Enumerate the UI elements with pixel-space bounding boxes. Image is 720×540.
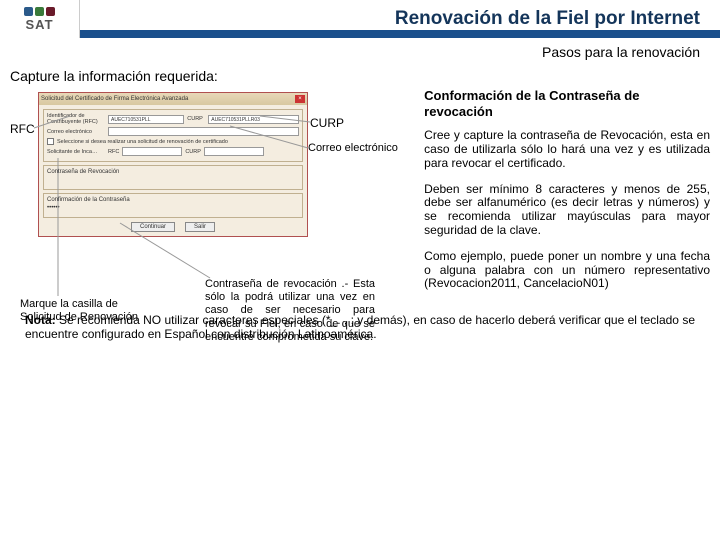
callout-marque: Marque la casilla de Solicitud de Renova… [20,298,140,324]
continue-button[interactable]: Continuar [131,222,175,232]
callout-rfc: RFC [10,122,35,136]
callout-correo: Correo electrónico [308,142,398,154]
app-window: Solicitud del Certificado de Firma Elect… [38,92,308,237]
curp-input2[interactable] [204,147,264,156]
curp-input[interactable]: AUEC710531PLLR03 [208,115,299,124]
callout-curp: CURP [310,116,344,130]
logo-text: SAT [25,17,53,32]
rfc-input2[interactable] [122,147,182,156]
right-p1: Cree y capture la contraseña de Revocaci… [424,129,710,170]
curp-label: CURP [187,116,205,122]
window-title: Solicitud del Certificado de Firma Elect… [41,96,188,102]
fs3-title: Confirmación de la Contraseña [47,197,130,203]
fs2-title: Contraseña de Revocación [47,169,119,175]
right-p2: Deben ser mínimo 8 caracteres y menos de… [424,183,710,238]
renov-checkbox-label: Seleccione si desea realizar una solicit… [57,139,228,145]
rfc-label2: RFC [108,149,119,155]
close-icon[interactable]: × [295,95,305,103]
right-head: Conformación de la Contraseña de revocac… [424,88,710,119]
email-input[interactable] [108,127,299,136]
right-p3: Como ejemplo, puede poner un nombre y un… [424,250,710,291]
confirm-password-input[interactable]: •••••• [47,205,198,214]
left-column: Capture la información requerida: Solici… [10,68,410,303]
rfc-label: Identificador de Contribuyente (RFC) [47,113,105,125]
header: SAT Renovación de la Fiel por Internet [0,0,720,38]
sat-logo: SAT [0,0,80,38]
callout-revoc: Contraseña de revocación .- Esta sólo la… [205,278,375,344]
app-window-titlebar: Solicitud del Certificado de Firma Elect… [39,93,307,105]
curp-label2: CURP [185,149,201,155]
revocation-password-input[interactable] [47,177,299,186]
rfc-input[interactable]: AUEC710531PLL [108,115,184,124]
right-column: Conformación de la Contraseña de revocac… [420,68,710,303]
renov-checkbox[interactable] [47,138,54,145]
solicitante-label: Solicitante de Inca… [47,149,105,155]
email-label: Correo electrónico [47,129,105,135]
exit-button[interactable]: Salir [185,222,215,232]
page-title: Renovación de la Fiel por Internet [395,8,700,30]
section-head: Capture la información requerida: [10,68,410,84]
subtitle: Pasos para la renovación [0,38,720,64]
